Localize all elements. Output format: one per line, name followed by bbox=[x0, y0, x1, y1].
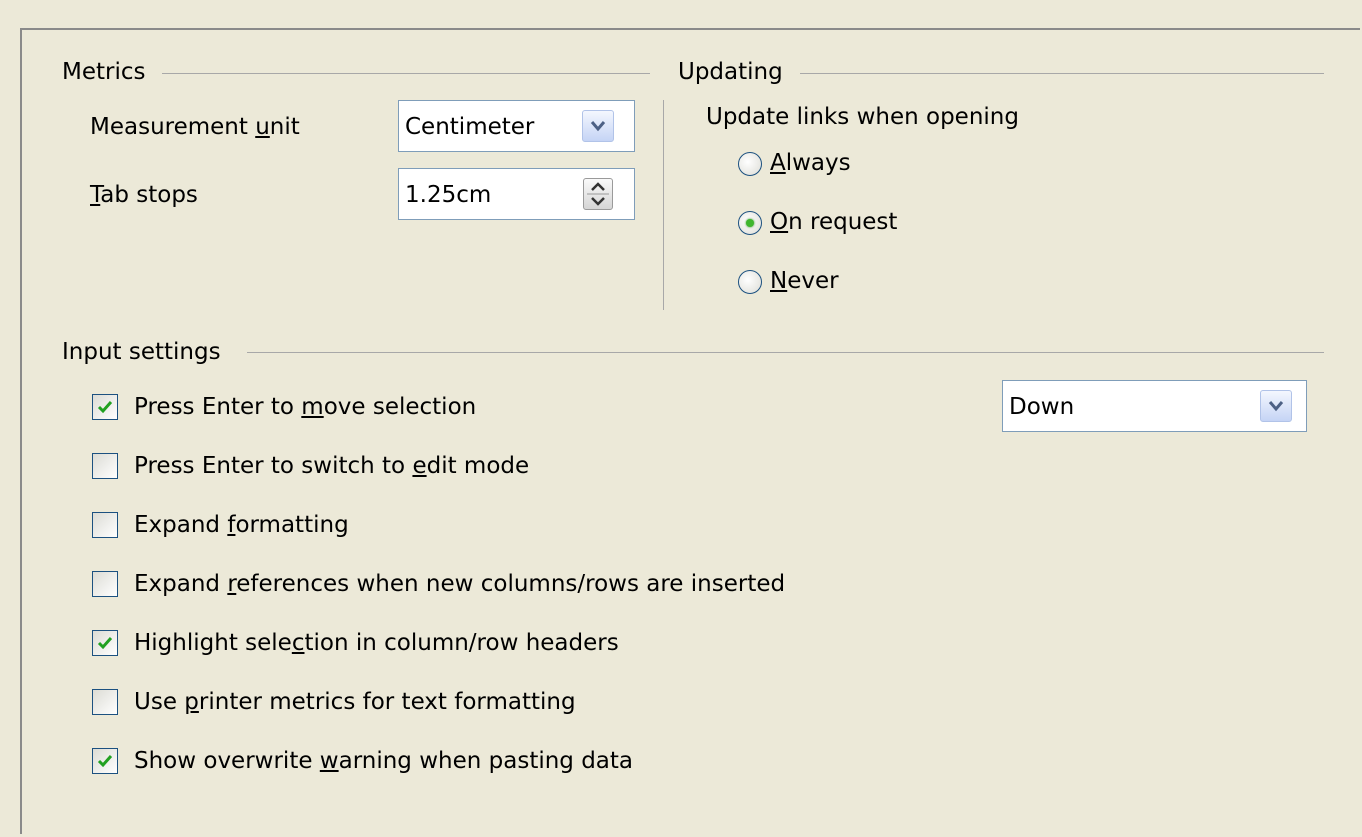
update-links-label: Update links when opening bbox=[706, 104, 1019, 130]
checkmark-icon bbox=[97, 401, 113, 414]
printer-metrics-checkbox[interactable] bbox=[92, 689, 118, 715]
never-radio[interactable] bbox=[738, 270, 762, 294]
options-panel: Metrics Measurement unit Centimeter Tab … bbox=[20, 28, 1360, 834]
tab-stops-spin-button[interactable] bbox=[583, 178, 613, 210]
metrics-group-title: Metrics bbox=[62, 59, 146, 85]
input-settings-group-title: Input settings bbox=[62, 339, 221, 365]
overwrite-warning-checkbox[interactable] bbox=[92, 748, 118, 774]
chevron-down-icon bbox=[590, 121, 606, 132]
expand-references-checkbox[interactable] bbox=[92, 571, 118, 597]
tab-stops-value: 1.25cm bbox=[405, 182, 492, 208]
spin-arrows-icon bbox=[587, 182, 609, 206]
edit-mode-label: Press Enter to switch to edit mode bbox=[134, 453, 530, 479]
always-label: Always bbox=[770, 150, 851, 176]
chevron-down-icon bbox=[1268, 401, 1284, 412]
measurement-unit-label: Measurement unit bbox=[90, 114, 300, 140]
move-selection-checkbox[interactable] bbox=[92, 394, 118, 420]
move-selection-label: Press Enter to move selection bbox=[134, 394, 477, 420]
measurement-unit-dropdown-button[interactable] bbox=[582, 110, 614, 142]
checkmark-icon bbox=[97, 637, 113, 650]
measurement-unit-value: Centimeter bbox=[405, 114, 535, 140]
updating-divider bbox=[800, 73, 1324, 74]
never-label: Never bbox=[770, 268, 839, 294]
expand-formatting-label: Expand formatting bbox=[134, 512, 349, 538]
on-request-label: On request bbox=[770, 209, 898, 235]
input-settings-divider bbox=[247, 352, 1324, 353]
edit-mode-checkbox[interactable] bbox=[92, 453, 118, 479]
updating-vertical-divider bbox=[663, 100, 664, 310]
printer-metrics-label: Use printer metrics for text formatting bbox=[134, 689, 576, 715]
move-direction-select[interactable]: Down bbox=[1002, 380, 1307, 432]
measurement-unit-select[interactable]: Centimeter bbox=[398, 100, 635, 152]
expand-formatting-checkbox[interactable] bbox=[92, 512, 118, 538]
on-request-radio[interactable] bbox=[738, 211, 762, 235]
always-radio[interactable] bbox=[738, 152, 762, 176]
expand-references-label: Expand references when new columns/rows … bbox=[134, 571, 786, 597]
tab-stops-label: Tab stops bbox=[90, 182, 198, 208]
metrics-divider bbox=[162, 73, 650, 74]
checkmark-icon bbox=[97, 755, 113, 768]
move-direction-dropdown-button[interactable] bbox=[1260, 390, 1292, 422]
radio-selected-dot bbox=[746, 219, 754, 227]
tab-stops-spinbox[interactable]: 1.25cm bbox=[398, 168, 635, 220]
overwrite-warning-label: Show overwrite warning when pasting data bbox=[134, 748, 634, 774]
highlight-selection-label: Highlight selection in column/row header… bbox=[134, 630, 619, 656]
updating-group-title: Updating bbox=[678, 59, 783, 85]
highlight-selection-checkbox[interactable] bbox=[92, 630, 118, 656]
move-direction-value: Down bbox=[1009, 394, 1075, 420]
